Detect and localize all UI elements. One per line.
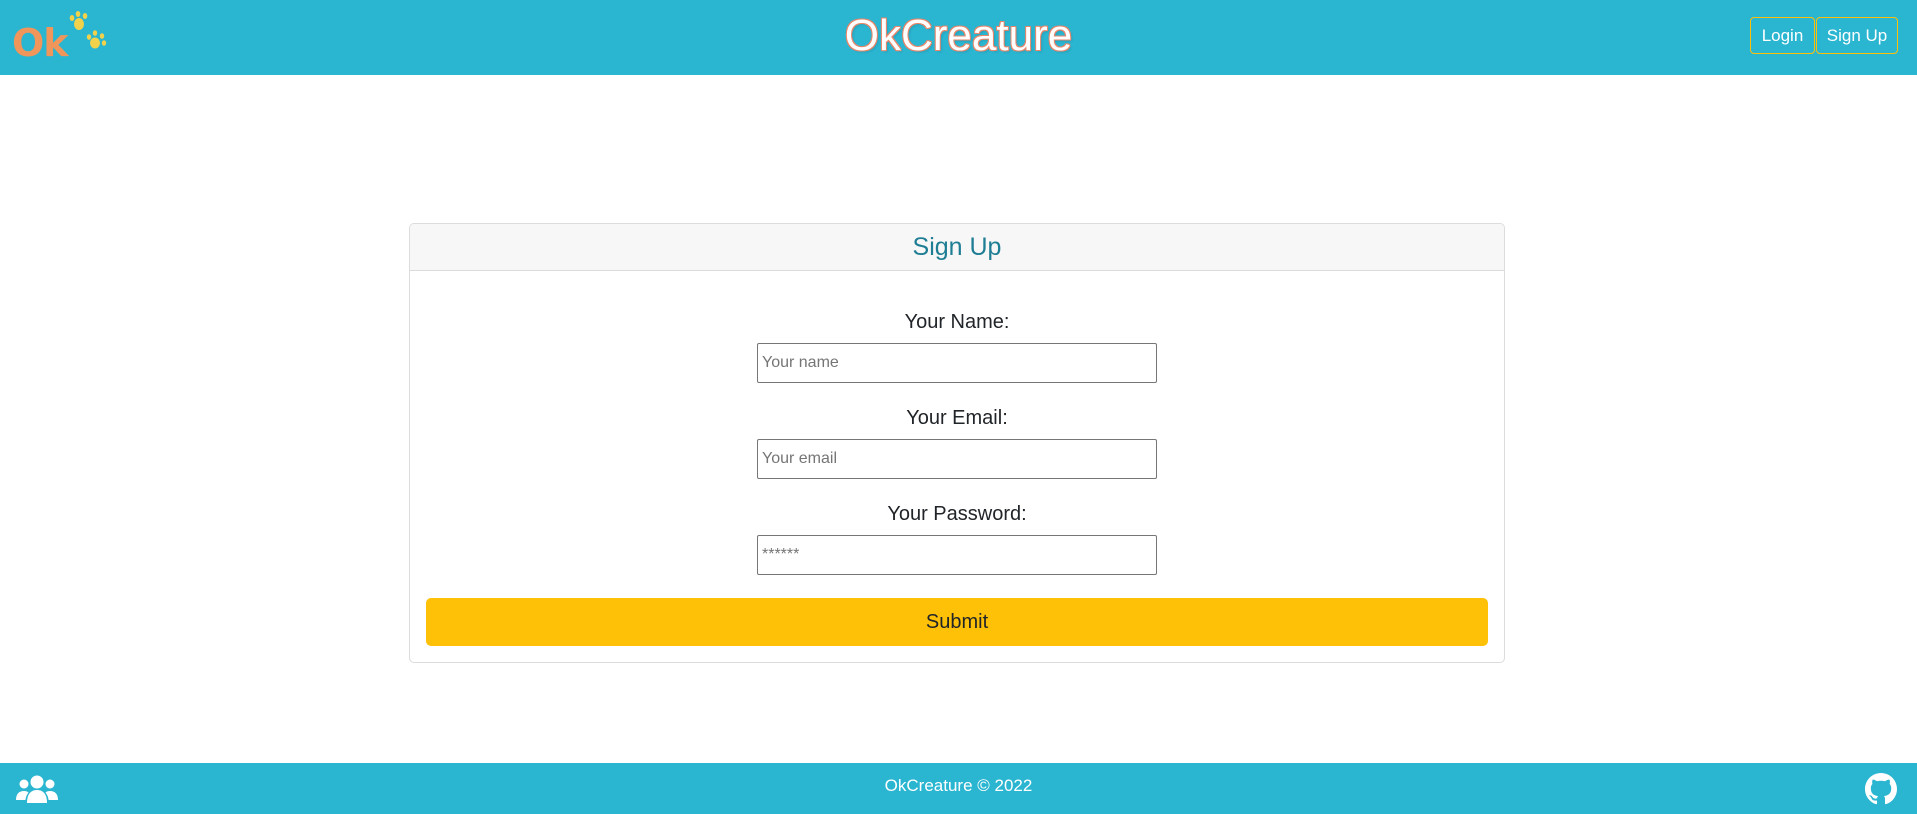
signup-card-title: Sign Up	[410, 224, 1504, 271]
top-navbar: Ok OkCreature Login Sign Up	[0, 0, 1917, 75]
signup-nav-button[interactable]: Sign Up	[1816, 17, 1898, 54]
signup-card: Sign Up Your Name: Your Email: Your Pass…	[409, 223, 1505, 663]
password-input[interactable]	[757, 535, 1157, 575]
email-input[interactable]	[757, 439, 1157, 479]
footer: OkCreature © 2022	[0, 763, 1917, 814]
submit-button[interactable]: Submit	[426, 598, 1488, 646]
email-label: Your Email:	[906, 407, 1008, 429]
github-icon[interactable]	[1865, 773, 1897, 805]
footer-copyright: OkCreature © 2022	[884, 776, 1033, 795]
password-label: Your Password:	[887, 503, 1027, 525]
name-label: Your Name:	[904, 311, 1010, 333]
name-input[interactable]	[757, 343, 1157, 383]
brand-title: OkCreature	[844, 11, 1073, 60]
login-button[interactable]: Login	[1750, 17, 1815, 54]
